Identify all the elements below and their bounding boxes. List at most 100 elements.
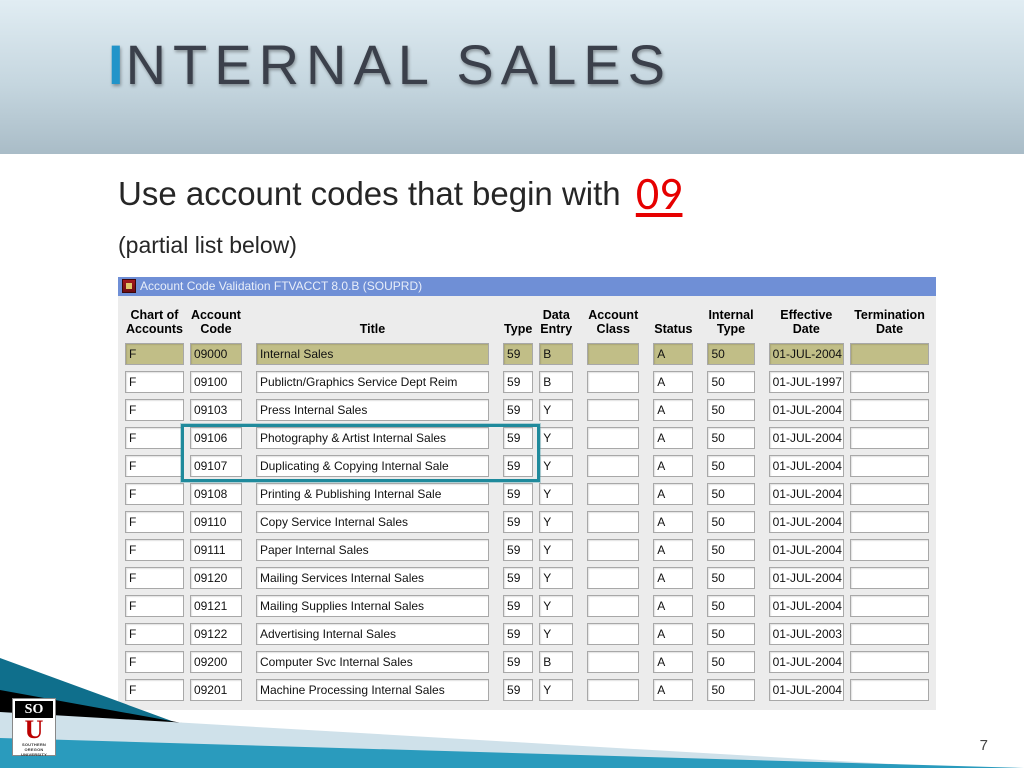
cell-termdate[interactable]	[850, 483, 929, 505]
cell-status[interactable]: A	[653, 483, 693, 505]
table-row[interactable]: F09106Photography & Artist Internal Sale…	[122, 426, 932, 454]
cell-coa[interactable]: F	[125, 399, 184, 421]
cell-coa[interactable]: F	[125, 567, 184, 589]
cell-title[interactable]: Printing & Publishing Internal Sale	[256, 483, 489, 505]
cell-itype[interactable]: 50	[707, 371, 754, 393]
cell-acctclass[interactable]	[587, 371, 639, 393]
cell-itype[interactable]: 50	[707, 651, 754, 673]
cell-code[interactable]: 09110	[190, 511, 242, 533]
cell-status[interactable]: A	[653, 343, 693, 365]
cell-code[interactable]: 09100	[190, 371, 242, 393]
cell-effdate[interactable]: 01-JUL-2004	[769, 427, 844, 449]
cell-termdate[interactable]	[850, 567, 929, 589]
cell-dataentry[interactable]: Y	[539, 539, 573, 561]
cell-dataentry[interactable]: B	[539, 651, 573, 673]
cell-dataentry[interactable]: Y	[539, 427, 573, 449]
cell-type[interactable]: 59	[503, 679, 533, 701]
cell-code[interactable]: 09106	[190, 427, 242, 449]
cell-type[interactable]: 59	[503, 567, 533, 589]
cell-type[interactable]: 59	[503, 651, 533, 673]
cell-code[interactable]: 09122	[190, 623, 242, 645]
cell-dataentry[interactable]: Y	[539, 399, 573, 421]
cell-coa[interactable]: F	[125, 483, 184, 505]
cell-effdate[interactable]: 01-JUL-2003	[769, 623, 844, 645]
cell-itype[interactable]: 50	[707, 455, 754, 477]
cell-type[interactable]: 59	[503, 455, 533, 477]
table-row[interactable]: F09103Press Internal Sales59YA5001-JUL-2…	[122, 398, 932, 426]
cell-type[interactable]: 59	[503, 427, 533, 449]
cell-status[interactable]: A	[653, 427, 693, 449]
cell-dataentry[interactable]: Y	[539, 455, 573, 477]
cell-effdate[interactable]: 01-JUL-2004	[769, 483, 844, 505]
cell-effdate[interactable]: 01-JUL-2004	[769, 511, 844, 533]
cell-acctclass[interactable]	[587, 511, 639, 533]
cell-itype[interactable]: 50	[707, 511, 754, 533]
cell-acctclass[interactable]	[587, 427, 639, 449]
cell-termdate[interactable]	[850, 455, 929, 477]
cell-coa[interactable]: F	[125, 343, 184, 365]
cell-title[interactable]: Mailing Services Internal Sales	[256, 567, 489, 589]
table-row[interactable]: F09110Copy Service Internal Sales59YA500…	[122, 510, 932, 538]
cell-code[interactable]: 09103	[190, 399, 242, 421]
table-row[interactable]: F09111Paper Internal Sales59YA5001-JUL-2…	[122, 538, 932, 566]
cell-effdate[interactable]: 01-JUL-2004	[769, 455, 844, 477]
cell-itype[interactable]: 50	[707, 427, 754, 449]
cell-itype[interactable]: 50	[707, 343, 754, 365]
cell-code[interactable]: 09000	[190, 343, 242, 365]
cell-status[interactable]: A	[653, 399, 693, 421]
cell-termdate[interactable]	[850, 343, 929, 365]
cell-termdate[interactable]	[850, 651, 929, 673]
cell-termdate[interactable]	[850, 595, 929, 617]
cell-acctclass[interactable]	[587, 343, 639, 365]
cell-termdate[interactable]	[850, 427, 929, 449]
cell-acctclass[interactable]	[587, 539, 639, 561]
cell-coa[interactable]: F	[125, 427, 184, 449]
cell-title[interactable]: Duplicating & Copying Internal Sale	[256, 455, 489, 477]
cell-effdate[interactable]: 01-JUL-2004	[769, 679, 844, 701]
cell-status[interactable]: A	[653, 679, 693, 701]
cell-effdate[interactable]: 01-JUL-2004	[769, 567, 844, 589]
cell-itype[interactable]: 50	[707, 679, 754, 701]
cell-effdate[interactable]: 01-JUL-2004	[769, 595, 844, 617]
cell-title[interactable]: Advertising Internal Sales	[256, 623, 489, 645]
cell-dataentry[interactable]: Y	[539, 511, 573, 533]
cell-code[interactable]: 09121	[190, 595, 242, 617]
cell-type[interactable]: 59	[503, 595, 533, 617]
cell-dataentry[interactable]: B	[539, 343, 573, 365]
cell-acctclass[interactable]	[587, 455, 639, 477]
cell-coa[interactable]: F	[125, 623, 184, 645]
cell-type[interactable]: 59	[503, 399, 533, 421]
cell-itype[interactable]: 50	[707, 539, 754, 561]
cell-status[interactable]: A	[653, 651, 693, 673]
cell-effdate[interactable]: 01-JUL-1997	[769, 371, 844, 393]
cell-coa[interactable]: F	[125, 595, 184, 617]
cell-itype[interactable]: 50	[707, 483, 754, 505]
table-row[interactable]: F 09000 Internal Sales 59 B A 50 01-JUL-2004	[122, 342, 932, 370]
cell-dataentry[interactable]: Y	[539, 679, 573, 701]
cell-title[interactable]: Press Internal Sales	[256, 399, 489, 421]
cell-acctclass[interactable]	[587, 567, 639, 589]
cell-dataentry[interactable]: Y	[539, 483, 573, 505]
table-row[interactable]: F09122Advertising Internal Sales59YA5001…	[122, 622, 932, 650]
cell-status[interactable]: A	[653, 511, 693, 533]
cell-itype[interactable]: 50	[707, 595, 754, 617]
cell-coa[interactable]: F	[125, 511, 184, 533]
table-row[interactable]: F09120Mailing Services Internal Sales59Y…	[122, 566, 932, 594]
table-row[interactable]: F09121Mailing Supplies Internal Sales59Y…	[122, 594, 932, 622]
cell-dataentry[interactable]: Y	[539, 567, 573, 589]
cell-acctclass[interactable]	[587, 679, 639, 701]
cell-type[interactable]: 59	[503, 371, 533, 393]
cell-effdate[interactable]: 01-JUL-2004	[769, 343, 844, 365]
cell-type[interactable]: 59	[503, 623, 533, 645]
cell-dataentry[interactable]: B	[539, 371, 573, 393]
cell-type[interactable]: 59	[503, 511, 533, 533]
cell-termdate[interactable]	[850, 511, 929, 533]
cell-termdate[interactable]	[850, 679, 929, 701]
cell-termdate[interactable]	[850, 623, 929, 645]
cell-type[interactable]: 59	[503, 343, 533, 365]
cell-status[interactable]: A	[653, 455, 693, 477]
cell-status[interactable]: A	[653, 371, 693, 393]
cell-title[interactable]: Internal Sales	[256, 343, 489, 365]
cell-title[interactable]: Publictn/Graphics Service Dept Reim	[256, 371, 489, 393]
cell-status[interactable]: A	[653, 595, 693, 617]
